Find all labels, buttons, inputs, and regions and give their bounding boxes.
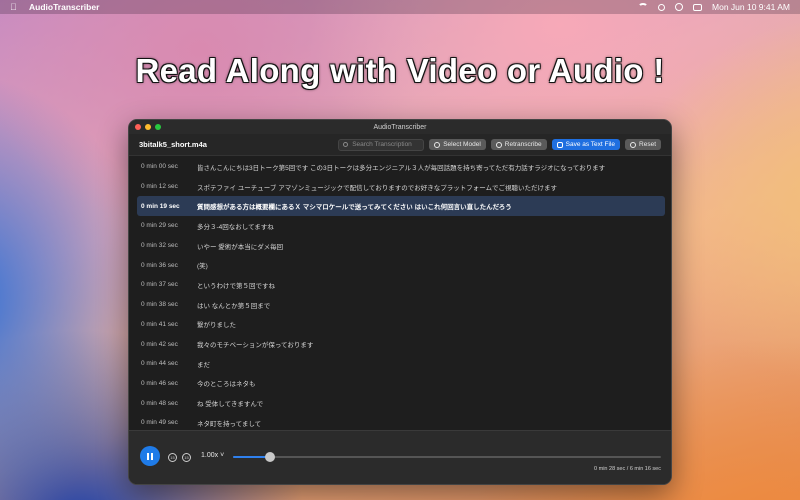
playback-rate-select[interactable]: 1.00x ˅ bbox=[201, 452, 224, 459]
skip-back-icon[interactable]: 15 bbox=[168, 453, 177, 462]
row-timestamp: 0 min 36 sec bbox=[141, 261, 178, 269]
player-bar: 15 15 1.00x ˅ 0 min 28 sec / 6 min 16 se… bbox=[129, 430, 671, 484]
user-icon[interactable] bbox=[675, 3, 684, 11]
row-timestamp: 0 min 48 sec bbox=[141, 399, 178, 407]
reset-button[interactable]: Reset bbox=[625, 139, 661, 150]
progress-knob[interactable] bbox=[264, 452, 275, 462]
search-placeholder: Search Transcription bbox=[352, 141, 412, 148]
reset-icon bbox=[630, 141, 637, 148]
chevron-down-icon: ˅ bbox=[220, 452, 225, 459]
time-readout: 0 min 28 sec / 6 min 16 sec bbox=[594, 466, 661, 472]
transcript-row[interactable]: 0 min 46 sec 今のところはネタも bbox=[137, 374, 665, 394]
window-title: AudioTranscriber bbox=[373, 123, 427, 131]
model-icon bbox=[434, 141, 441, 148]
reset-label: Reset bbox=[639, 141, 656, 148]
title-bar: AudioTranscriber bbox=[129, 120, 671, 134]
transcript-row[interactable]: 0 min 12 sec スポテファイ ユーチューブ アマゾンミュージックで配信し… bbox=[137, 177, 665, 197]
row-text: 今のところはネタも bbox=[197, 381, 256, 389]
row-timestamp: 0 min 37 sec bbox=[141, 281, 178, 289]
toolbar: 3bitalk5_short.m4a Search Transcription … bbox=[129, 134, 671, 156]
row-timestamp: 0 min 00 sec bbox=[141, 163, 178, 171]
promo-headline: Read Along with Video or Audio ! bbox=[135, 52, 665, 89]
control-center-icon[interactable] bbox=[693, 3, 703, 11]
row-text: というわけで第５回ですね bbox=[197, 282, 275, 290]
pause-icon bbox=[147, 452, 149, 460]
row-timestamp: 0 min 19 sec bbox=[141, 202, 180, 210]
window-controls bbox=[135, 124, 161, 130]
row-timestamp: 0 min 49 sec bbox=[141, 419, 178, 427]
row-text: ね 受体してきますんで bbox=[197, 401, 264, 409]
save-text-label: Save as Text File bbox=[565, 141, 616, 148]
skip-forward-icon[interactable]: 15 bbox=[182, 453, 191, 462]
minimize-window-button[interactable] bbox=[145, 124, 151, 130]
progress-slider[interactable] bbox=[233, 452, 661, 462]
transcript-row[interactable]: 0 min 41 sec 繋がりました bbox=[137, 315, 665, 335]
retranscribe-button[interactable]: Retranscribe bbox=[490, 139, 547, 150]
transcript-row[interactable]: 0 min 32 sec いやー 愛術が本当にダメ毎回 bbox=[137, 236, 665, 256]
row-timestamp: 0 min 41 sec bbox=[141, 320, 178, 328]
row-text: ネタ町を持ってまして bbox=[197, 420, 262, 428]
transcript-list[interactable]: 0 min 00 sec 皆さんこんにちは3日トーク第5回です この3日トークは多… bbox=[129, 157, 671, 433]
menu-clock[interactable]: Mon Jun 10 9:41 AM bbox=[712, 2, 790, 12]
refresh-icon bbox=[495, 141, 502, 148]
row-text: はい なんとか第５回まで bbox=[197, 302, 271, 310]
row-text: 皆さんこんにちは3日トーク第5回です この3日トークは多分エンジニアル３人が毎回… bbox=[197, 164, 606, 172]
apple-icon[interactable]:  bbox=[10, 2, 19, 12]
transcript-row[interactable]: 0 min 00 sec 皆さんこんにちは3日トーク第5回です この3日トークは多… bbox=[137, 157, 665, 177]
row-text: いやー 愛術が本当にダメ毎回 bbox=[197, 243, 284, 251]
transcript-row[interactable]: 0 min 44 sec まだ bbox=[137, 354, 665, 374]
zoom-window-button[interactable] bbox=[155, 124, 161, 130]
document-icon bbox=[556, 141, 563, 148]
save-text-button[interactable]: Save as Text File bbox=[551, 139, 621, 150]
search-input[interactable]: Search Transcription bbox=[338, 138, 425, 151]
transcript-row[interactable]: 0 min 38 sec はい なんとか第５回まで bbox=[137, 295, 665, 315]
menu-status-area: Mon Jun 10 9:41 AM bbox=[638, 2, 790, 12]
row-timestamp: 0 min 38 sec bbox=[141, 301, 178, 309]
transcript-row[interactable]: 0 min 42 sec 我々のモチベーションが保っております bbox=[137, 334, 665, 354]
menu-bar:  AudioTranscriber Mon Jun 10 9:41 AM bbox=[0, 0, 800, 14]
app-window: AudioTranscriber 3bitalk5_short.m4a Sear… bbox=[128, 119, 672, 485]
menu-app-name[interactable]: AudioTranscriber bbox=[29, 2, 99, 12]
close-window-button[interactable] bbox=[135, 124, 141, 130]
search-icon bbox=[343, 142, 349, 147]
retranscribe-label: Retranscribe bbox=[504, 141, 542, 148]
row-timestamp: 0 min 12 sec bbox=[141, 183, 178, 191]
row-text: 多分３-4回なおしてますね bbox=[197, 223, 274, 231]
row-timestamp: 0 min 32 sec bbox=[141, 242, 178, 250]
row-timestamp: 0 min 44 sec bbox=[141, 360, 178, 368]
row-text: 質問感想がある方は概要欄にあるＸ マシマロケールで送ってみてください はいこれ何… bbox=[197, 204, 512, 212]
row-text: 繋がりました bbox=[197, 322, 236, 330]
row-timestamp: 0 min 46 sec bbox=[141, 379, 178, 387]
transcript-row[interactable]: 0 min 48 sec ね 受体してきますんで bbox=[137, 393, 665, 413]
transcript-row[interactable]: 0 min 37 sec というわけで第５回ですね bbox=[137, 275, 665, 295]
wifi-icon[interactable] bbox=[638, 3, 649, 11]
row-text: 我々のモチベーションが保っております bbox=[197, 342, 314, 350]
transcript-row[interactable]: 0 min 19 sec 質問感想がある方は概要欄にあるＸ マシマロケールで送って… bbox=[137, 196, 665, 217]
transcript-row[interactable]: 0 min 29 sec 多分３-4回なおしてますね bbox=[137, 216, 665, 236]
toolbar-actions: Search Transcription Select Model Retran… bbox=[338, 138, 661, 151]
row-text: (笑) bbox=[197, 263, 208, 271]
spotlight-search-icon[interactable] bbox=[658, 3, 666, 11]
transcript-row[interactable]: 0 min 36 sec (笑) bbox=[137, 255, 665, 275]
row-timestamp: 0 min 29 sec bbox=[141, 222, 178, 230]
row-text: スポテファイ ユーチューブ アマゾンミュージックで配信しておりますのでお好きなプ… bbox=[197, 184, 558, 192]
select-model-label: Select Model bbox=[443, 141, 481, 148]
pause-button[interactable] bbox=[140, 446, 160, 466]
file-name: 3bitalk5_short.m4a bbox=[139, 140, 207, 149]
row-timestamp: 0 min 42 sec bbox=[141, 340, 178, 348]
row-text: まだ bbox=[197, 361, 210, 369]
select-model-button[interactable]: Select Model bbox=[429, 139, 486, 150]
